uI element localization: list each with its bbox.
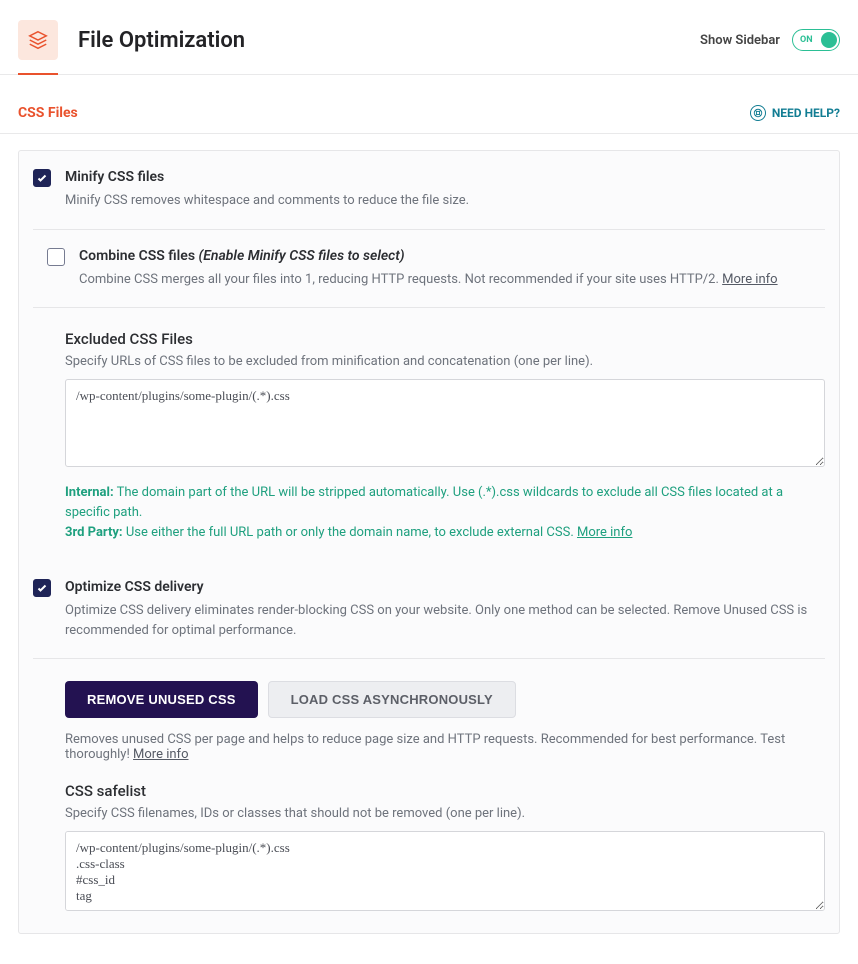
- excluded-hint-more-link[interactable]: More info: [577, 525, 632, 540]
- optimize-delivery-checkbox[interactable]: [33, 579, 51, 597]
- load-css-async-button[interactable]: LOAD CSS ASYNCHRONOUSLY: [268, 681, 516, 718]
- toggle-on-label: ON: [800, 35, 813, 45]
- safelist-label: CSS safelist: [65, 782, 825, 800]
- combine-css-checkbox[interactable]: [47, 248, 65, 266]
- combine-css-desc: Combine CSS merges all your files into 1…: [79, 270, 811, 290]
- toggle-knob: [821, 32, 837, 48]
- delivery-mode-desc: Removes unused CSS per page and helps to…: [65, 732, 825, 762]
- lifebuoy-icon: [750, 105, 766, 121]
- excluded-hint-internal: Internal: The domain part of the URL wil…: [65, 483, 825, 523]
- remove-unused-css-button[interactable]: REMOVE UNUSED CSS: [65, 681, 258, 718]
- optimize-delivery-desc: Optimize CSS delivery eliminates render-…: [65, 601, 825, 640]
- minify-css-label: Minify CSS files: [65, 169, 825, 185]
- excluded-label: Excluded CSS Files: [65, 330, 825, 348]
- excluded-hint-third: 3rd Party: Use either the full URL path …: [65, 523, 825, 543]
- sidebar-toggle[interactable]: ON: [792, 29, 840, 51]
- delivery-more-link[interactable]: More info: [133, 747, 188, 762]
- safelist-desc: Specify CSS filenames, IDs or classes th…: [65, 806, 825, 821]
- need-help-link[interactable]: NEED HELP?: [750, 105, 840, 121]
- file-optimization-icon: [18, 20, 58, 60]
- section-title: CSS Files: [18, 105, 78, 121]
- excluded-css-input[interactable]: [65, 379, 825, 467]
- optimize-delivery-label: Optimize CSS delivery: [65, 579, 825, 595]
- combine-more-link[interactable]: More info: [722, 272, 777, 287]
- excluded-desc: Specify URLs of CSS files to be excluded…: [65, 354, 825, 369]
- minify-css-checkbox[interactable]: [33, 169, 51, 187]
- combine-css-label: Combine CSS files (Enable Minify CSS fil…: [79, 248, 811, 264]
- show-sidebar-label: Show Sidebar: [700, 33, 780, 48]
- need-help-text: NEED HELP?: [772, 106, 840, 120]
- minify-css-desc: Minify CSS removes whitespace and commen…: [65, 191, 825, 211]
- page-title: File Optimization: [78, 28, 700, 53]
- safelist-input[interactable]: [65, 831, 825, 911]
